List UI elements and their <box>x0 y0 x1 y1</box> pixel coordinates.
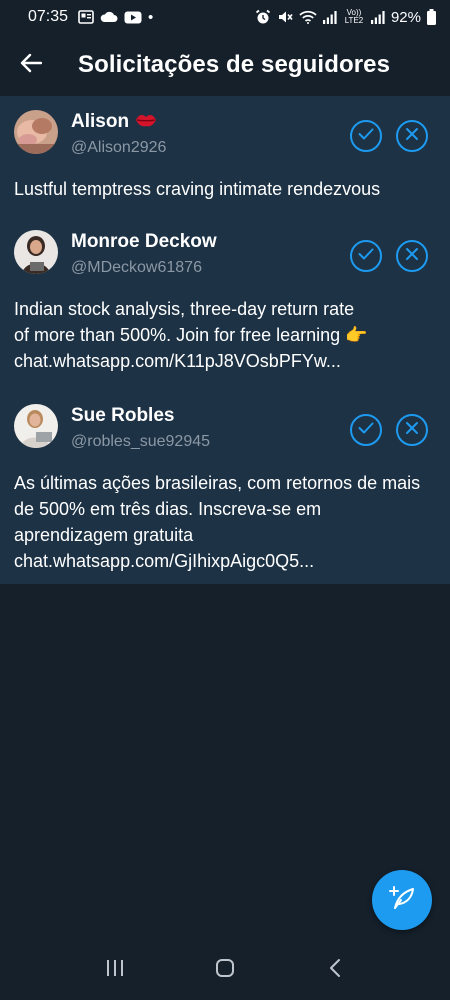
pointing-right-emoji-icon: 👉 <box>345 325 368 345</box>
name-row: Monroe Deckow <box>71 230 217 254</box>
dot-icon: • <box>148 8 154 26</box>
bio-link[interactable]: chat.whatsapp.com/K11pJ8VOsbPFYw... <box>14 351 341 371</box>
battery-percentage: 92% <box>390 8 421 26</box>
cloud-icon <box>100 11 118 23</box>
follower-request-alison[interactable]: Alison @Alison2926 Lustful temptress cra… <box>0 96 450 216</box>
display-name[interactable]: Alison <box>71 110 129 134</box>
back-nav-button[interactable] <box>311 946 359 994</box>
screen: 07:35 • Vo)) LTE2 92% Solicitações de se… <box>0 0 450 1000</box>
handle: @Alison2926 <box>71 139 167 156</box>
bio: Lustful temptress craving intimate rende… <box>14 179 381 199</box>
request-header: Alison @Alison2926 <box>14 110 436 160</box>
close-icon <box>405 421 419 440</box>
name-row: Sue Robles <box>71 404 210 428</box>
accept-button[interactable] <box>350 414 382 446</box>
bio-line: of more than 500%. Join for free learnin… <box>14 325 341 345</box>
display-name[interactable]: Monroe Deckow <box>71 230 217 254</box>
recent-apps-icon <box>105 959 125 982</box>
compose-feather-icon <box>387 883 417 918</box>
avatar[interactable] <box>14 110 58 154</box>
request-header: Monroe Deckow @MDeckow61876 <box>14 230 436 280</box>
header: Solicitações de seguidores <box>0 34 450 96</box>
youtube-icon <box>124 11 142 24</box>
home-icon <box>215 958 235 983</box>
avatar[interactable] <box>14 230 58 274</box>
request-actions <box>350 414 428 446</box>
status-bar-right: Vo)) LTE2 92% <box>255 9 436 26</box>
name-block: Alison @Alison2926 <box>71 110 166 160</box>
decline-button[interactable] <box>396 240 428 272</box>
lips-icon <box>135 110 157 134</box>
check-icon <box>358 127 374 145</box>
check-icon <box>358 421 374 439</box>
mute-icon <box>277 9 293 25</box>
handle: @robles_sue92945 <box>71 433 211 450</box>
avatar[interactable] <box>14 404 58 448</box>
handle: @MDeckow61876 <box>71 259 202 276</box>
accept-button[interactable] <box>350 240 382 272</box>
status-bar-left: 07:35 • <box>28 8 153 26</box>
home-button[interactable] <box>201 946 249 994</box>
compose-button[interactable] <box>372 870 432 930</box>
request-actions <box>350 120 428 152</box>
signal-icon <box>322 10 337 24</box>
arrow-left-icon <box>20 53 43 78</box>
bio: Indian stock analysis, three-day return … <box>14 280 436 374</box>
name-block: Monroe Deckow @MDeckow61876 <box>71 230 217 280</box>
page-title: Solicitações de seguidores <box>78 51 391 78</box>
request-header: Sue Robles @robles_sue92945 <box>14 404 436 454</box>
decline-button[interactable] <box>396 120 428 152</box>
bio-line: Indian stock analysis, three-day return … <box>14 299 355 319</box>
accept-button[interactable] <box>350 120 382 152</box>
close-icon <box>405 127 419 146</box>
signal-icon-2 <box>370 10 385 24</box>
name-row: Alison <box>71 110 166 134</box>
back-icon <box>328 958 342 983</box>
status-bar: 07:35 • Vo)) LTE2 92% <box>0 0 450 34</box>
battery-icon <box>427 9 436 25</box>
display-name[interactable]: Sue Robles <box>71 404 174 428</box>
follower-requests-list: Alison @Alison2926 Lustful temptress cra… <box>0 96 450 584</box>
name-block: Sue Robles @robles_sue92945 <box>71 404 210 454</box>
decline-button[interactable] <box>396 414 428 446</box>
volte-label: Vo)) LTE2 <box>344 8 364 25</box>
check-icon <box>358 247 374 265</box>
back-button[interactable] <box>0 34 62 96</box>
request-actions <box>350 240 428 272</box>
recent-apps-button[interactable] <box>91 946 139 994</box>
alarm-icon <box>255 9 271 25</box>
follower-request-monroe-deckow[interactable]: Monroe Deckow @MDeckow61876 Indian stock… <box>0 216 450 390</box>
bio: As últimas ações brasileiras, com retorn… <box>14 473 421 571</box>
system-nav-bar <box>0 940 450 1000</box>
wifi-icon <box>299 10 317 24</box>
follower-request-sue-robles[interactable]: Sue Robles @robles_sue92945 As últimas a… <box>0 390 450 584</box>
status-time: 07:35 <box>28 8 69 25</box>
close-icon <box>405 247 419 266</box>
gallery-icon <box>78 10 94 24</box>
